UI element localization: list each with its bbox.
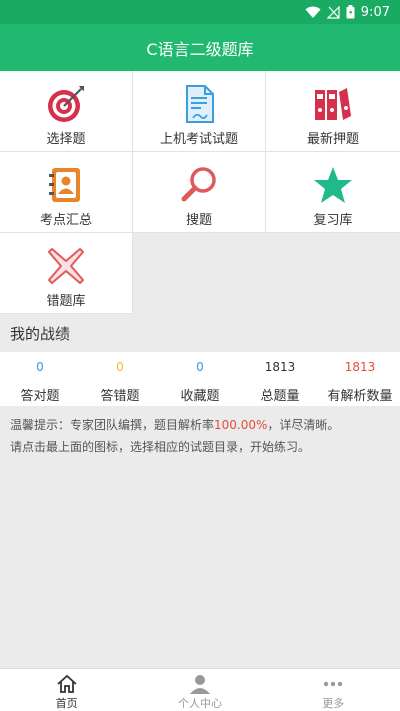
stat-label: 总题量	[260, 389, 300, 404]
stat-wrong: 0 答错题	[80, 352, 160, 406]
stat-value: 0	[196, 360, 204, 374]
page-title: C语言二级题库	[146, 39, 254, 59]
stat-value: 0	[36, 360, 44, 374]
stat-with-analysis: 1813 有解析数量	[320, 352, 400, 406]
grid-item-wrong[interactable]: 错题库	[0, 233, 133, 314]
tab-label: 更多	[322, 697, 345, 710]
binders-icon	[313, 84, 353, 124]
grid-item-label: 复习库	[313, 213, 353, 228]
tab-home[interactable]: 首页	[0, 669, 133, 711]
grid-item-latest[interactable]: 最新押题	[266, 71, 400, 152]
stat-label: 收藏题	[180, 389, 220, 404]
tab-label: 个人中心	[177, 697, 222, 710]
stat-value: 1813	[264, 360, 296, 374]
stat-value: 1813	[344, 360, 376, 374]
stat-correct: 0 答对题	[0, 352, 80, 406]
grid-item-label: 最新押题	[306, 132, 359, 147]
status-bar: 9:07	[0, 0, 400, 24]
grid-item-review[interactable]: 复习库	[266, 152, 400, 233]
grid-item-summary[interactable]: 考点汇总	[0, 152, 133, 233]
status-time: 9:07	[360, 4, 390, 20]
document-pen-icon	[179, 84, 219, 124]
star-icon	[313, 165, 353, 205]
stat-label: 答对题	[20, 389, 60, 404]
grid-item-label: 搜题	[185, 213, 212, 228]
battery-icon	[346, 5, 355, 19]
target-icon	[46, 84, 86, 124]
tip-line-1: 温馨提示：专家团队编撰，题目解析率100.00%，详尽清晰。	[10, 414, 390, 436]
tip-suffix: ，详尽清晰。	[267, 418, 340, 432]
tab-more[interactable]: 更多	[267, 669, 400, 711]
contact-book-icon	[46, 165, 86, 205]
grid-item-choice[interactable]: 选择题	[0, 71, 133, 152]
scores-panel: 0 答对题 0 答错题 0 收藏题 1813 总题量 1813 有解析数量	[0, 352, 400, 406]
grid-item-label: 考点汇总	[39, 213, 92, 228]
signal-icon	[326, 5, 340, 19]
scores-title: 我的战绩	[0, 314, 400, 352]
stat-total: 1813 总题量	[240, 352, 320, 406]
stat-favorites: 0 收藏题	[160, 352, 240, 406]
bottom-tab-bar: 首页 个人中心 更多	[0, 668, 400, 711]
cross-icon	[46, 246, 86, 286]
tips-text: 温馨提示：专家团队编撰，题目解析率100.00%，详尽清晰。 请点击最上面的图标…	[0, 406, 400, 668]
person-icon	[189, 673, 211, 694]
grid-item-label: 上机考试试题	[159, 132, 238, 147]
tip-line-2: 请点击最上面的图标，选择相应的试题目录，开始练习。	[10, 440, 311, 454]
grid-item-label: 错题库	[46, 294, 86, 309]
tip-prefix: 温馨提示：专家团队编撰，题目解析率	[10, 418, 215, 432]
app-bar: C语言二级题库	[0, 24, 400, 71]
magnifier-icon	[179, 165, 219, 205]
tip-percent: 100.00%	[214, 418, 268, 432]
stat-label: 有解析数量	[327, 389, 393, 404]
tab-profile[interactable]: 个人中心	[133, 669, 266, 711]
more-icon	[322, 673, 344, 694]
home-icon	[56, 673, 78, 694]
tab-label: 首页	[55, 697, 78, 710]
wifi-icon	[305, 6, 321, 19]
category-grid: 选择题 上机考试试题 最新押题 考点汇总 搜题 复习库 错题库	[0, 71, 400, 314]
grid-item-search[interactable]: 搜题	[133, 152, 266, 233]
grid-item-label: 选择题	[46, 132, 86, 147]
grid-item-exam[interactable]: 上机考试试题	[133, 71, 266, 152]
stat-value: 0	[116, 360, 124, 374]
stat-label: 答错题	[100, 389, 140, 404]
scores-title-text: 我的战绩	[10, 324, 71, 343]
